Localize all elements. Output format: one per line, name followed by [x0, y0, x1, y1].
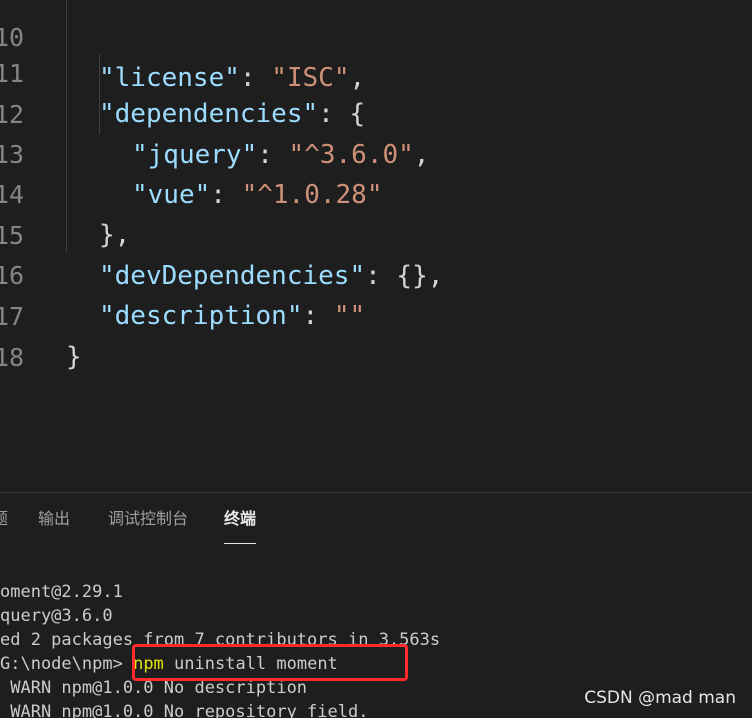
terminal-prompt: G:\node\npm> — [0, 654, 123, 674]
code-line-13[interactable]: 13 "vue": "^1.0.28" — [0, 95, 752, 210]
csdn-watermark: CSDN @mad man — [584, 688, 736, 708]
tab-terminal[interactable]: 终端 — [224, 507, 257, 544]
terminal-command-args: uninstall moment — [163, 654, 338, 674]
terminal-line: oment@2.29.1 — [0, 582, 123, 602]
code-editor[interactable]: 10 "license": "ISC", 11 "dependencies": … — [0, 0, 752, 492]
code-line-17[interactable]: 17 } — [0, 257, 752, 372]
code-content: } — [66, 337, 82, 377]
code-line-11[interactable]: 11 "dependencies": { — [0, 14, 752, 129]
code-line-12[interactable]: 12 "jquery": "^3.6.0", — [0, 55, 752, 170]
tab-output[interactable]: 输出 — [38, 507, 70, 531]
code-line-14[interactable]: 14 }, — [0, 135, 752, 250]
terminal-command-line[interactable]: G:\node\npm> npm uninstall moment — [0, 652, 752, 676]
json-punct: } — [66, 342, 82, 372]
terminal-command-npm: npm — [133, 654, 164, 674]
tab-debug-console[interactable]: 调试控制台 — [108, 507, 188, 531]
line-number: 18 — [0, 343, 25, 372]
panel-tab-bar: 题 输出 调试控制台 终端 — [0, 493, 752, 549]
tab-problems[interactable]: 题 — [0, 507, 8, 531]
terminal-line: ed 2 packages from 7 contributors in 3.5… — [0, 630, 441, 650]
code-line-18[interactable]: 18 — [0, 298, 752, 372]
code-line-15[interactable]: 15 "devDependencies": {}, — [0, 176, 752, 291]
code-line-16[interactable]: 16 "description": "" — [0, 216, 752, 331]
terminal-line: query@3.6.0 — [0, 606, 113, 626]
